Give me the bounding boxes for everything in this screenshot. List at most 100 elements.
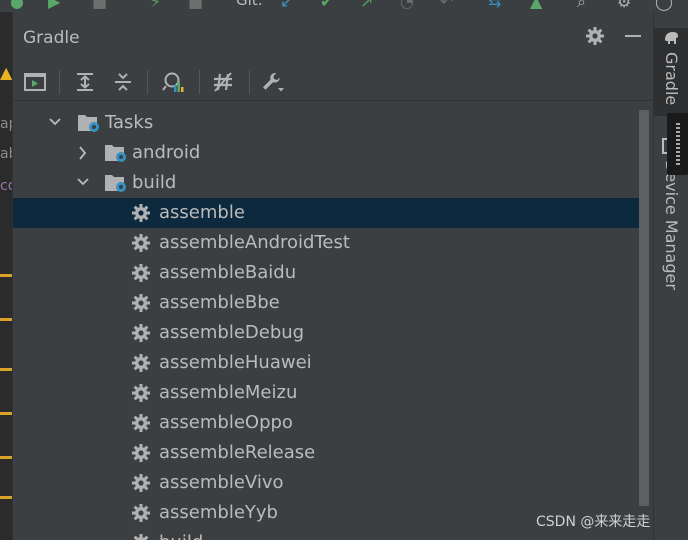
tree-row-label: android [132,142,201,163]
tree-row-label: assembleYyb [159,502,278,523]
panel-minimize-icon[interactable] [621,26,645,50]
gear-icon [131,533,153,540]
gear-icon [131,443,153,463]
editor-fragment: ab [0,146,12,162]
ide-main-toolbar: ● ▶ ■ ⚡ ■ Git: ↙ ✔ ↗ ◔ ↶ ⇆ ▲ ⌕ ⚙ ◯ [0,0,688,12]
tree-row-label: build [132,172,177,193]
scrollbar-thumb[interactable] [639,110,649,506]
tree-row-label: build [159,528,203,540]
stop-icon[interactable]: ■ [92,0,107,11]
collapse-all-icon[interactable] [109,68,137,96]
git-rollback-icon[interactable]: ↶ [440,0,453,11]
tree-row-label: assembleAndroidTest [159,232,350,253]
gear-icon [131,203,153,223]
gradle-elephant-icon [662,28,681,46]
update-icon[interactable]: ◯ [655,0,673,11]
tree-row[interactable]: Tasks [13,108,639,138]
gradle-task-tree: · Tasks android [13,102,639,540]
collapsed-chevron-icon[interactable] [75,138,91,168]
watermark: CSDN @来来走走 [536,514,651,530]
toolbar-separator [59,70,60,94]
panel-title: Gradle [23,28,80,48]
change-marker [0,318,12,321]
tree-row[interactable]: assembleVivo [13,468,639,498]
gradle-panel: Gradle · [13,12,653,540]
expand-all-icon[interactable] [71,68,99,96]
change-marker [0,368,12,371]
search-icon[interactable]: ⌕ [577,0,586,12]
warning-icon: ▲ [0,63,13,82]
gear-icon [131,233,153,253]
tab-gradle-label: Gradle [662,52,681,106]
avd-manager-icon[interactable]: ⇆ [488,0,501,11]
tree-row[interactable]: assembleDebug [13,318,639,348]
run-icon[interactable]: ▶ [48,0,60,11]
tree-row[interactable]: android [13,138,639,168]
tree-row-label: Tasks [105,112,154,133]
git-update-icon[interactable]: ↙ [280,0,293,11]
folder-gear-icon [77,113,99,133]
tree-row-label: assembleRelease [159,442,316,463]
folder-gear-icon [104,173,126,193]
gear-icon [131,323,153,343]
sync-icon[interactable]: ● [10,0,24,11]
toolbar-separator [249,70,250,94]
editor-fragment: co [0,178,12,194]
folder-gear-icon [104,143,126,163]
tree-row-label: assembleBaidu [159,262,297,283]
gear-icon [131,293,153,313]
tree-row[interactable]: assembleBaidu [13,258,639,288]
expanded-chevron-icon[interactable] [75,168,91,198]
tab-device-manager-label: Device Manager [662,160,681,290]
disabled-stop-icon: ■ [188,0,204,11]
change-marker [0,496,12,499]
editor-edge: ▲ ap ab co [0,12,13,540]
gear-icon [131,503,153,523]
editor-fragment: ap [0,116,12,132]
tree-row-label: assembleBbe [159,292,280,313]
vertical-scrollbar[interactable] [639,102,653,540]
tree-row[interactable]: assembleOppo [13,408,639,438]
tree-row[interactable]: assembleMeizu [13,378,639,408]
gear-icon [131,383,153,403]
tree-row[interactable]: assembleRelease [13,438,639,468]
tree-row-label: assembleVivo [159,472,284,493]
build-settings-wrench-icon[interactable] [259,68,287,96]
sdk-manager-icon[interactable]: ▲ [530,0,542,11]
git-label: Git: [236,0,263,9]
panel-settings-gear-icon[interactable] [583,26,607,50]
memory-bars [676,123,680,165]
gradle-toolbar [13,64,653,101]
gear-icon [131,473,153,493]
apply-changes-icon[interactable]: ⚡ [150,0,161,11]
git-history-icon[interactable]: ◔ [400,0,414,11]
tree-row-label: assemble [159,202,245,223]
memory-indicator[interactable] [667,113,688,175]
change-marker [0,456,12,459]
gear-icon [131,353,153,373]
git-commit-icon[interactable]: ✔ [320,0,333,11]
tree-row-label: assembleDebug [159,322,305,343]
tree-row[interactable]: assembleBbe [13,288,639,318]
toggle-offline-icon[interactable] [209,68,237,96]
change-marker [0,274,12,277]
right-tool-window-strip: Gradle Device Manager [653,12,688,540]
tree-row-label: assembleHuawei [159,352,312,373]
expanded-chevron-icon[interactable] [47,108,63,138]
settings-icon[interactable]: ⚙ [617,0,631,11]
tree-row-selected[interactable]: assemble [13,198,639,228]
gear-icon [131,413,153,433]
change-marker [0,412,12,415]
analyze-dependencies-icon[interactable] [159,68,187,96]
tree-row[interactable]: assembleHuawei [13,348,639,378]
tree-row-label: assembleMeizu [159,382,298,403]
gear-icon [131,263,153,283]
git-push-icon[interactable]: ↗ [360,0,373,11]
panel-header: Gradle [13,12,653,64]
run-task-icon[interactable] [21,68,49,96]
tree-row[interactable]: build [13,168,639,198]
tab-gradle[interactable]: Gradle [654,28,688,116]
tree-row-label: assembleOppo [159,412,293,433]
tree-row[interactable]: assembleAndroidTest [13,228,639,258]
toolbar-separator [147,70,148,94]
